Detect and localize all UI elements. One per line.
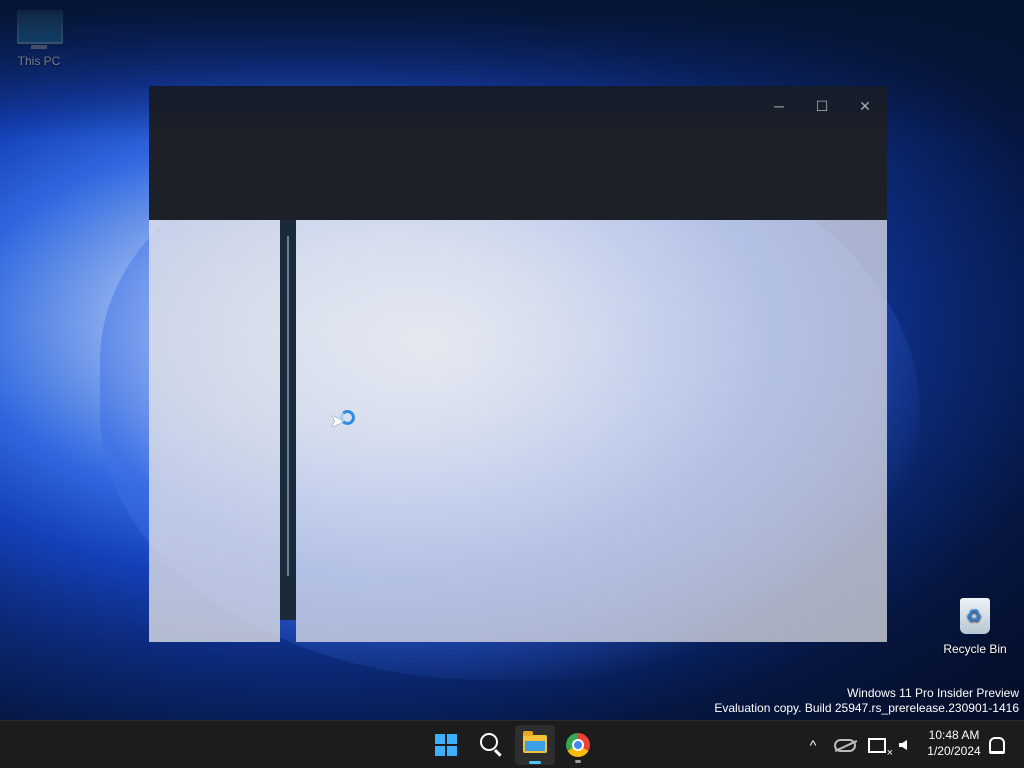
taskbar: ^ 10:48 AM 1/20/2024 [0,720,1024,768]
evaluation-watermark: Windows 11 Pro Insider Preview Evaluatio… [714,686,1019,716]
watermark-build: Evaluation copy. Build 25947.rs_prerelea… [714,701,1019,715]
search-button[interactable] [470,725,510,765]
watermark-edition: Windows 11 Pro Insider Preview [847,686,1019,700]
show-hidden-icons-button[interactable]: ^ [802,721,824,768]
content-pane[interactable] [296,220,887,642]
clock-time: 10:48 AM [928,728,980,742]
busy-cursor-icon: ➤ [330,410,355,434]
volume-icon[interactable] [892,721,914,768]
recycle-bin-icon [953,598,997,638]
recycle-bin-label: Recycle Bin [943,642,1007,656]
network-icon[interactable] [866,721,893,768]
folder-icon [523,731,547,753]
recycle-bin-desktop-icon[interactable]: Recycle Bin [937,598,1013,656]
search-icon [480,733,498,751]
windows-start-icon [435,734,457,756]
pane-splitter[interactable] [280,220,296,620]
active-indicator [529,761,541,764]
start-button[interactable] [426,725,466,765]
running-indicator [575,760,581,763]
chrome-icon [566,733,590,757]
chrome-button[interactable] [558,725,598,765]
app-window[interactable]: ─ ☐ ✕ [149,86,887,642]
onedrive-icon[interactable] [834,721,856,768]
monitor-icon [17,10,63,50]
clock[interactable]: 10:48 AM 1/20/2024 [920,727,988,759]
navigation-pane[interactable] [149,220,280,642]
desktop-wallpaper: This PC Recycle Bin ─ ☐ ✕ ➤ Windows 11 P… [0,0,1024,720]
clock-date: 1/20/2024 [927,744,981,758]
maximize-button[interactable]: ☐ [802,92,842,120]
this-pc-label: This PC [17,54,61,68]
file-explorer-button[interactable] [515,725,555,765]
loading-spinner-icon [340,410,355,425]
window-titlebar[interactable]: ─ ☐ ✕ [149,86,887,220]
close-button[interactable]: ✕ [845,92,885,120]
splitter-line [287,236,289,576]
notifications-bell-icon[interactable] [986,721,1008,768]
minimize-button[interactable]: ─ [759,92,799,120]
this-pc-desktop-icon[interactable]: This PC [1,10,77,68]
